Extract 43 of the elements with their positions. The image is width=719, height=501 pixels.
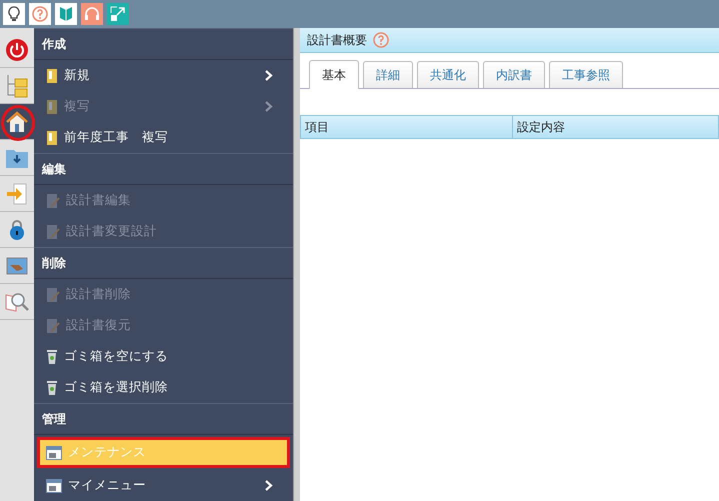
window-icon	[46, 478, 62, 492]
tab[interactable]: 詳細	[363, 61, 413, 88]
magnifier-icon	[5, 290, 29, 312]
toolbar-button[interactable]	[3, 3, 25, 25]
tab[interactable]: 共通化	[417, 61, 479, 88]
window-icon	[46, 446, 62, 460]
splitter[interactable]	[293, 28, 300, 501]
menu-item[interactable]: ゴミ箱を空にする	[34, 341, 293, 372]
column-header: 設定内容	[516, 118, 566, 136]
menu-item[interactable]: マイメニュー	[34, 470, 293, 501]
trash-icon	[46, 380, 58, 396]
lightbulb-icon	[8, 6, 20, 22]
document-arrow-icon	[6, 182, 28, 204]
expand-icon	[110, 6, 126, 22]
menu-section-header: 削除	[34, 247, 293, 279]
sidebar-button[interactable]	[0, 104, 34, 140]
menu-item[interactable]: ゴミ箱を選択削除	[34, 372, 293, 403]
trash-icon	[46, 348, 58, 364]
book-icon	[46, 130, 58, 146]
menu-item[interactable]: 前年度工事 複写	[34, 122, 293, 153]
column-header: 項目	[301, 116, 513, 138]
folder-tree-icon	[6, 74, 28, 98]
document-edit-icon	[46, 318, 60, 334]
headset-icon	[84, 6, 100, 22]
menu-section-header: 編集	[34, 153, 293, 185]
book-icon	[46, 68, 58, 84]
panel-title: 設計書概要	[307, 32, 367, 48]
lock-icon	[8, 218, 26, 240]
power-icon	[5, 38, 29, 62]
tab[interactable]: 内訳書	[483, 61, 545, 88]
document-edit-icon	[46, 224, 60, 240]
house-icon	[5, 110, 29, 134]
help-icon	[32, 6, 48, 22]
menu-item[interactable]: 新規	[34, 60, 293, 91]
book-icon	[46, 98, 58, 114]
tab[interactable]: 工事参照	[549, 61, 623, 88]
document-edit-icon	[46, 192, 60, 208]
tab[interactable]: 基本	[309, 60, 359, 89]
menu-section-header: 管理	[34, 403, 293, 435]
menu-section-header: 作成	[34, 28, 293, 60]
document-edit-icon	[46, 286, 60, 302]
picture-icon	[6, 256, 28, 274]
help-icon[interactable]	[373, 32, 389, 48]
